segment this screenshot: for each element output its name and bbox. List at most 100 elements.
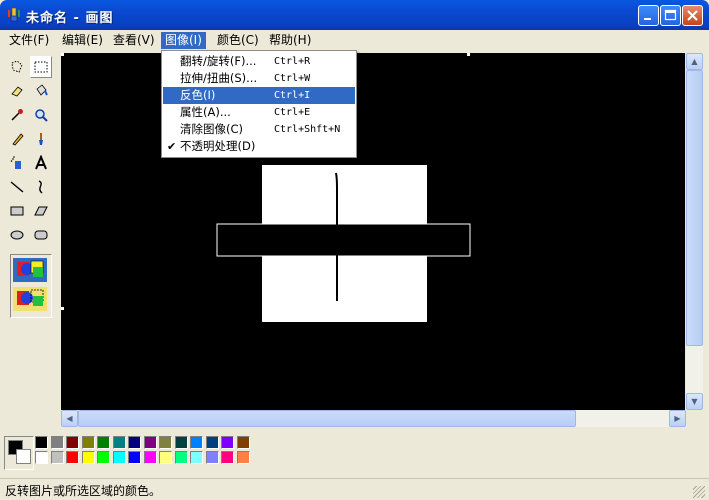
drawing-canvas[interactable]: [61, 53, 685, 410]
eraser-tool[interactable]: [6, 80, 28, 102]
transparent-selection-option[interactable]: [13, 287, 47, 311]
menu-edit[interactable]: 编辑(E): [58, 32, 107, 49]
pencil-icon: [12, 133, 24, 146]
palette-swatch[interactable]: [143, 451, 157, 464]
title-bar[interactable]: 未命名 - 画图: [0, 0, 709, 30]
menu-help[interactable]: 帮助(H): [265, 32, 315, 49]
menu-view[interactable]: 查看(V): [109, 32, 159, 49]
palette-swatch[interactable]: [143, 436, 157, 449]
palette-swatch[interactable]: [81, 436, 95, 449]
background-color[interactable]: [16, 449, 31, 464]
color-picker-tool[interactable]: [6, 104, 28, 126]
palette-swatch[interactable]: [174, 436, 188, 449]
palette-swatch[interactable]: [35, 436, 48, 449]
menu-item-attributes[interactable]: 属性(A)... Ctrl+E: [163, 104, 355, 121]
rect-select-tool[interactable]: [30, 56, 52, 78]
scroll-down-button[interactable]: ▼: [686, 393, 703, 410]
palette-swatch[interactable]: [236, 436, 250, 449]
vertical-scrollbar[interactable]: ▲ ▼: [686, 53, 703, 410]
scroll-left-button[interactable]: ◀: [61, 410, 78, 427]
resize-handle[interactable]: [61, 53, 64, 56]
status-text: 反转图片或所选区域的颜色。: [5, 484, 162, 498]
polygon-tool[interactable]: [30, 200, 52, 222]
menu-image[interactable]: 图像(I): [161, 32, 206, 49]
magnifier-icon: [35, 109, 48, 122]
curve-icon: [38, 180, 43, 194]
menu-item-shortcut: Ctrl+I: [274, 90, 311, 101]
menu-item-invert-colors[interactable]: 反色(I) Ctrl+I: [163, 87, 355, 104]
rectangle-tool[interactable]: [6, 200, 28, 222]
text-a-icon: [35, 155, 47, 170]
fill-tool[interactable]: [30, 80, 52, 102]
rounded-rectangle-icon: [34, 230, 48, 240]
rectangle-icon: [10, 206, 24, 216]
maximize-button[interactable]: [660, 5, 681, 26]
palette-swatch[interactable]: [112, 436, 126, 449]
scroll-right-button[interactable]: ▶: [669, 410, 686, 427]
palette-swatch[interactable]: [66, 436, 79, 449]
rounded-rect-tool[interactable]: [30, 224, 52, 246]
palette-swatch[interactable]: [205, 451, 219, 464]
brush-tool[interactable]: [30, 128, 52, 150]
resize-handle[interactable]: [467, 53, 470, 56]
palette-swatch[interactable]: [112, 451, 126, 464]
menu-item-clear-image[interactable]: 清除图像(C) Ctrl+Shft+N: [163, 121, 355, 138]
resize-handle[interactable]: [61, 307, 64, 310]
palette-swatch[interactable]: [159, 451, 172, 464]
menu-item-label: 属性(A)...: [180, 105, 231, 119]
palette-swatch[interactable]: [236, 451, 250, 464]
palette-swatch[interactable]: [50, 436, 64, 449]
palette-swatch[interactable]: [221, 436, 234, 449]
scroll-up-button[interactable]: ▲: [686, 53, 703, 70]
minimize-button[interactable]: [638, 5, 659, 26]
palette-swatch[interactable]: [81, 451, 95, 464]
vertical-line-shape: [335, 172, 338, 301]
palette-swatch[interactable]: [190, 436, 203, 449]
maximize-icon: [664, 9, 677, 21]
palette-swatch[interactable]: [35, 451, 48, 464]
pencil-tool[interactable]: [6, 128, 28, 150]
airbrush-tool[interactable]: [6, 152, 28, 174]
palette-swatch[interactable]: [97, 451, 110, 464]
palette-swatch[interactable]: [66, 451, 79, 464]
palette-swatch[interactable]: [205, 436, 219, 449]
menu-item-flip-rotate[interactable]: 翻转/旋转(F)... Ctrl+R: [163, 53, 355, 70]
menu-item-label: 清除图像(C): [180, 122, 244, 136]
vertical-scroll-thumb[interactable]: [686, 70, 703, 346]
eyedropper-icon: [11, 109, 23, 121]
menu-bar: 文件(F) 编辑(E) 查看(V) 图像(I) 颜色(C) 帮助(H): [0, 30, 709, 50]
palette-swatch[interactable]: [128, 451, 141, 464]
black-bar-shape: [216, 223, 471, 257]
palette-swatch[interactable]: [190, 451, 203, 464]
opaque-selection-option[interactable]: [13, 258, 47, 282]
free-select-tool[interactable]: [6, 56, 28, 78]
line-tool[interactable]: [6, 176, 28, 198]
canvas-area[interactable]: [61, 53, 685, 410]
palette-swatch[interactable]: [97, 436, 110, 449]
menu-colors[interactable]: 颜色(C): [213, 32, 263, 49]
text-tool[interactable]: [30, 152, 52, 174]
palette-swatch[interactable]: [221, 451, 234, 464]
menu-file[interactable]: 文件(F): [5, 32, 53, 49]
horizontal-scroll-thumb[interactable]: [78, 410, 576, 427]
palette-swatch[interactable]: [174, 451, 188, 464]
menu-item-label: 翻转/旋转(F)...: [180, 54, 257, 68]
menu-item-draw-opaque[interactable]: ✔ 不透明处理(D): [163, 138, 355, 155]
magnifier-tool[interactable]: [30, 104, 52, 126]
close-button[interactable]: [682, 5, 703, 26]
palette-swatch[interactable]: [159, 436, 172, 449]
airbrush-icon: [10, 156, 21, 169]
menu-item-label: 反色(I): [180, 88, 216, 102]
curve-tool[interactable]: [30, 176, 52, 198]
ellipse-tool[interactable]: [6, 224, 28, 246]
menu-item-stretch-skew[interactable]: 拉伸/扭曲(S)... Ctrl+W: [163, 70, 355, 87]
eraser-icon: [11, 86, 23, 97]
horizontal-scrollbar[interactable]: ◀ ▶: [61, 410, 686, 427]
palette-swatch[interactable]: [128, 436, 141, 449]
palette-swatch[interactable]: [50, 451, 64, 464]
checkmark-icon: ✔: [167, 140, 177, 153]
fill-bucket-icon: [36, 84, 48, 96]
resize-grip[interactable]: [693, 486, 705, 498]
paint-app-icon: [8, 7, 20, 22]
toolbox: [4, 54, 56, 318]
